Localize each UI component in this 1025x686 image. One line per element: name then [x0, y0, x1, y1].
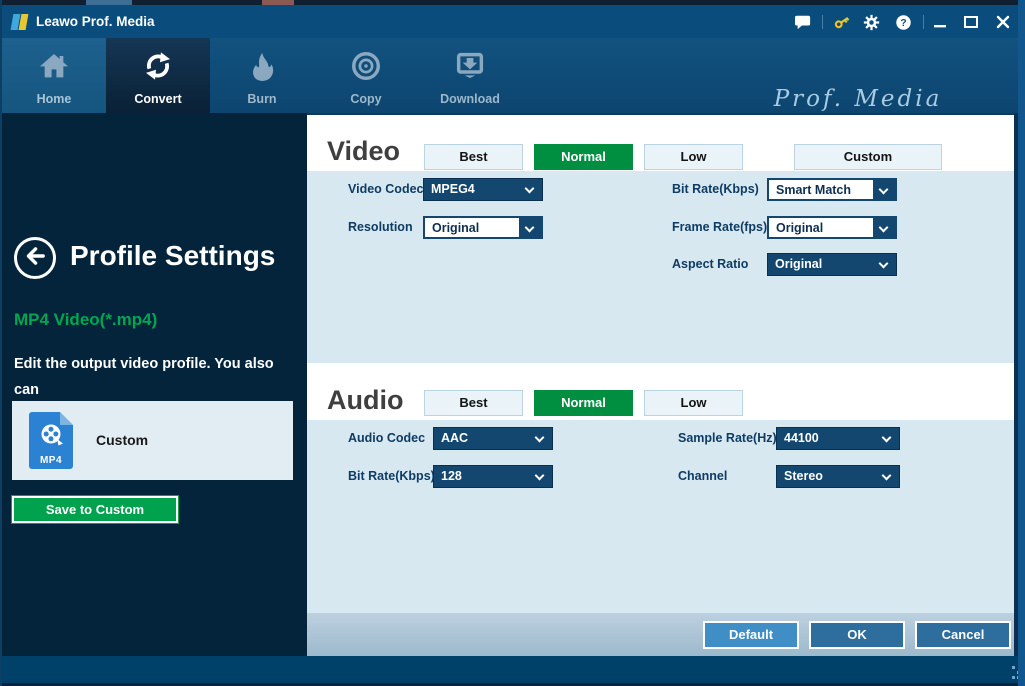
tab-label: Home [36, 92, 72, 106]
brand-script-text: Prof. Media [773, 86, 943, 112]
audio-quality-best-button[interactable]: Best [424, 390, 523, 416]
description-line1: Edit the output video profile. You also … [14, 356, 274, 398]
mp4-file-icon: MP4 [29, 412, 73, 469]
aspect-ratio-value: Original [775, 257, 823, 271]
convert-icon [141, 50, 175, 87]
video-codec-select[interactable]: MPEG4 [423, 178, 543, 201]
titlebar: Leawo Prof. Media ? [0, 5, 1025, 38]
channel-value: Stereo [784, 469, 823, 483]
audio-quality-normal-button[interactable]: Normal [534, 390, 633, 416]
resize-grip[interactable] [1012, 666, 1015, 669]
back-button[interactable] [14, 237, 56, 279]
action-bar: Default OK Cancel [307, 613, 1017, 656]
mp4-icon-label: MP4 [39, 455, 63, 466]
sample-rate-label: Sample Rate(Hz) [678, 431, 777, 445]
video-bitrate-label: Bit Rate(Kbps) [672, 182, 759, 196]
window-footer [0, 656, 1025, 683]
video-quality-custom-button[interactable]: Custom [794, 144, 942, 170]
tab-copy[interactable]: Copy [314, 38, 418, 113]
video-section-header: Video Best Normal Low Custom [307, 115, 1017, 171]
chevron-down-icon [534, 470, 545, 481]
gear-icon[interactable] [863, 14, 881, 31]
settings-panel: Video Best Normal Low Custom Video Codec… [307, 113, 1017, 656]
sample-rate-value: 44100 [784, 431, 819, 445]
svg-text:?: ? [900, 18, 906, 29]
cancel-button[interactable]: Cancel [915, 621, 1011, 649]
tab-burn[interactable]: Burn [210, 38, 314, 113]
channel-label: Channel [678, 469, 728, 483]
chevron-down-icon [881, 432, 892, 443]
tab-label: Convert [134, 92, 182, 106]
resolution-value: Original [432, 221, 480, 235]
close-icon[interactable] [995, 14, 1013, 30]
framerate-label: Frame Rate(fps) [672, 220, 768, 234]
video-codec-label: Video Codec [348, 182, 424, 196]
video-codec-value: MPEG4 [431, 182, 475, 196]
resolution-label: Resolution [348, 220, 413, 234]
minimize-icon[interactable] [932, 14, 950, 30]
video-bitrate-select[interactable]: Smart Match [767, 178, 897, 201]
key-icon[interactable] [833, 14, 851, 30]
video-quality-best-button[interactable]: Best [424, 144, 523, 170]
video-quality-low-button[interactable]: Low [644, 144, 743, 170]
custom-profile-item[interactable]: MP4 Custom [12, 401, 293, 480]
save-to-custom-button[interactable]: Save to Custom [12, 496, 178, 523]
burn-icon [245, 50, 279, 87]
framerate-value: Original [776, 221, 824, 235]
audio-codec-value: AAC [441, 431, 469, 445]
ok-button[interactable]: OK [809, 621, 905, 649]
main-nav: Home Convert Burn Copy Download Prof. Me… [0, 38, 1025, 130]
video-settings-form: Video Codec MPEG4 Resolution Original Bi… [307, 171, 1017, 363]
tab-label: Download [440, 92, 500, 106]
tab-home[interactable]: Home [2, 38, 106, 113]
titlebar-separator [923, 15, 924, 29]
tab-download[interactable]: Download [418, 38, 522, 113]
back-arrow-icon [22, 243, 48, 274]
audio-bitrate-label: Bit Rate(Kbps) [348, 469, 435, 483]
page-title: Profile Settings [70, 240, 276, 271]
message-icon[interactable] [794, 14, 812, 30]
resolution-select[interactable]: Original [423, 216, 543, 239]
leawo-logo-icon [10, 13, 29, 31]
audio-section-header: Audio Best Normal Low [307, 363, 1017, 420]
audio-codec-select[interactable]: AAC [433, 427, 553, 450]
home-icon [37, 50, 71, 87]
chevron-down-icon [881, 470, 892, 481]
audio-quality-low-button[interactable]: Low [644, 390, 743, 416]
video-quality-normal-button[interactable]: Normal [534, 144, 633, 170]
audio-codec-label: Audio Codec [348, 431, 426, 445]
sidebar: Profile Settings MP4 Video(*.mp4) Edit t… [0, 113, 307, 656]
chevron-down-icon [534, 432, 545, 443]
window-left-border [0, 0, 2, 686]
default-button[interactable]: Default [703, 621, 799, 649]
window-right-border [1018, 0, 1025, 686]
channel-select[interactable]: Stereo [776, 465, 900, 488]
audio-bitrate-select[interactable]: 128 [433, 465, 553, 488]
audio-section-title: Audio [327, 385, 404, 415]
help-icon[interactable]: ? [895, 14, 913, 30]
application-window: Leawo Prof. Media ? Home Convert Burn Co… [0, 0, 1025, 686]
audio-bitrate-value: 128 [441, 469, 462, 483]
tab-label: Burn [247, 92, 277, 106]
video-bitrate-value: Smart Match [776, 183, 852, 197]
window-title: Leawo Prof. Media [36, 14, 155, 29]
video-section-title: Video [327, 136, 401, 166]
sample-rate-select[interactable]: 44100 [776, 427, 900, 450]
download-icon [453, 50, 487, 87]
maximize-icon[interactable] [963, 14, 981, 30]
profile-name: MP4 Video(*.mp4) [14, 310, 158, 329]
custom-profile-label: Custom [96, 432, 149, 448]
chevron-down-icon [878, 258, 889, 269]
aspect-ratio-label: Aspect Ratio [672, 257, 749, 271]
framerate-select[interactable]: Original [767, 216, 897, 239]
copy-disc-icon [349, 50, 383, 87]
titlebar-separator [822, 15, 823, 29]
tab-label: Copy [350, 92, 382, 106]
tab-convert[interactable]: Convert [106, 38, 210, 113]
aspect-ratio-select[interactable]: Original [767, 253, 897, 276]
chevron-down-icon [524, 183, 535, 194]
audio-settings-form: Audio Codec AAC Bit Rate(Kbps) 128 Sampl… [307, 420, 1017, 613]
